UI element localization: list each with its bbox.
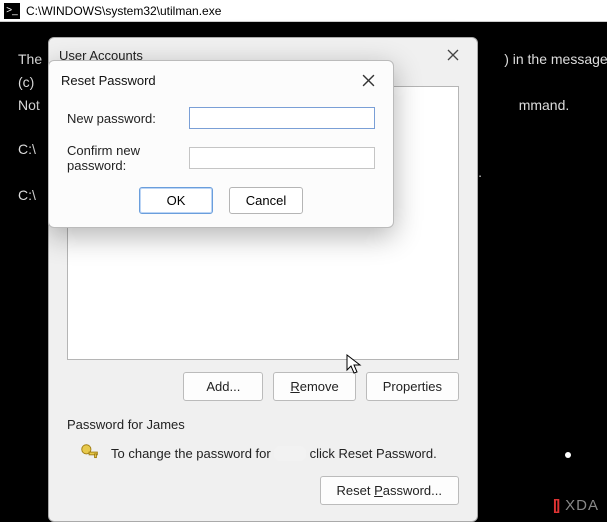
properties-button[interactable]: Properties <box>366 372 459 401</box>
reset-password-dialog: Reset Password New password: Confirm new… <box>48 60 394 228</box>
confirm-password-input[interactable] <box>189 147 375 169</box>
decorative-dot <box>565 452 571 458</box>
reset-password-title: Reset Password <box>61 73 156 88</box>
watermark-text: XDA <box>565 497 599 514</box>
password-instruction-text: To change the password for click Reset P… <box>111 446 437 461</box>
reset-password-titlebar[interactable]: Reset Password <box>49 61 393 99</box>
add-button[interactable]: Add... <box>183 372 263 401</box>
console-titlebar: >_ C:\WINDOWS\system32\utilman.exe <box>0 0 607 22</box>
watermark-bracket-icon: ] <box>555 497 561 514</box>
password-section-label: Password for James <box>67 417 459 432</box>
console-title-path: C:\WINDOWS\system32\utilman.exe <box>26 4 221 18</box>
terminal-icon: >_ <box>4 3 20 19</box>
key-icon <box>79 442 101 464</box>
new-password-label: New password: <box>67 111 181 126</box>
watermark: [ ] XDA <box>553 497 599 514</box>
confirm-password-label: Confirm new password: <box>67 143 181 173</box>
remove-button[interactable]: Remove <box>273 372 355 401</box>
ok-button[interactable]: OK <box>139 187 213 214</box>
close-icon[interactable] <box>439 44 467 66</box>
close-icon[interactable] <box>355 69 381 91</box>
new-password-input[interactable] <box>189 107 375 129</box>
cancel-button[interactable]: Cancel <box>229 187 303 214</box>
reset-password-button[interactable]: Reset Password... <box>320 476 460 505</box>
